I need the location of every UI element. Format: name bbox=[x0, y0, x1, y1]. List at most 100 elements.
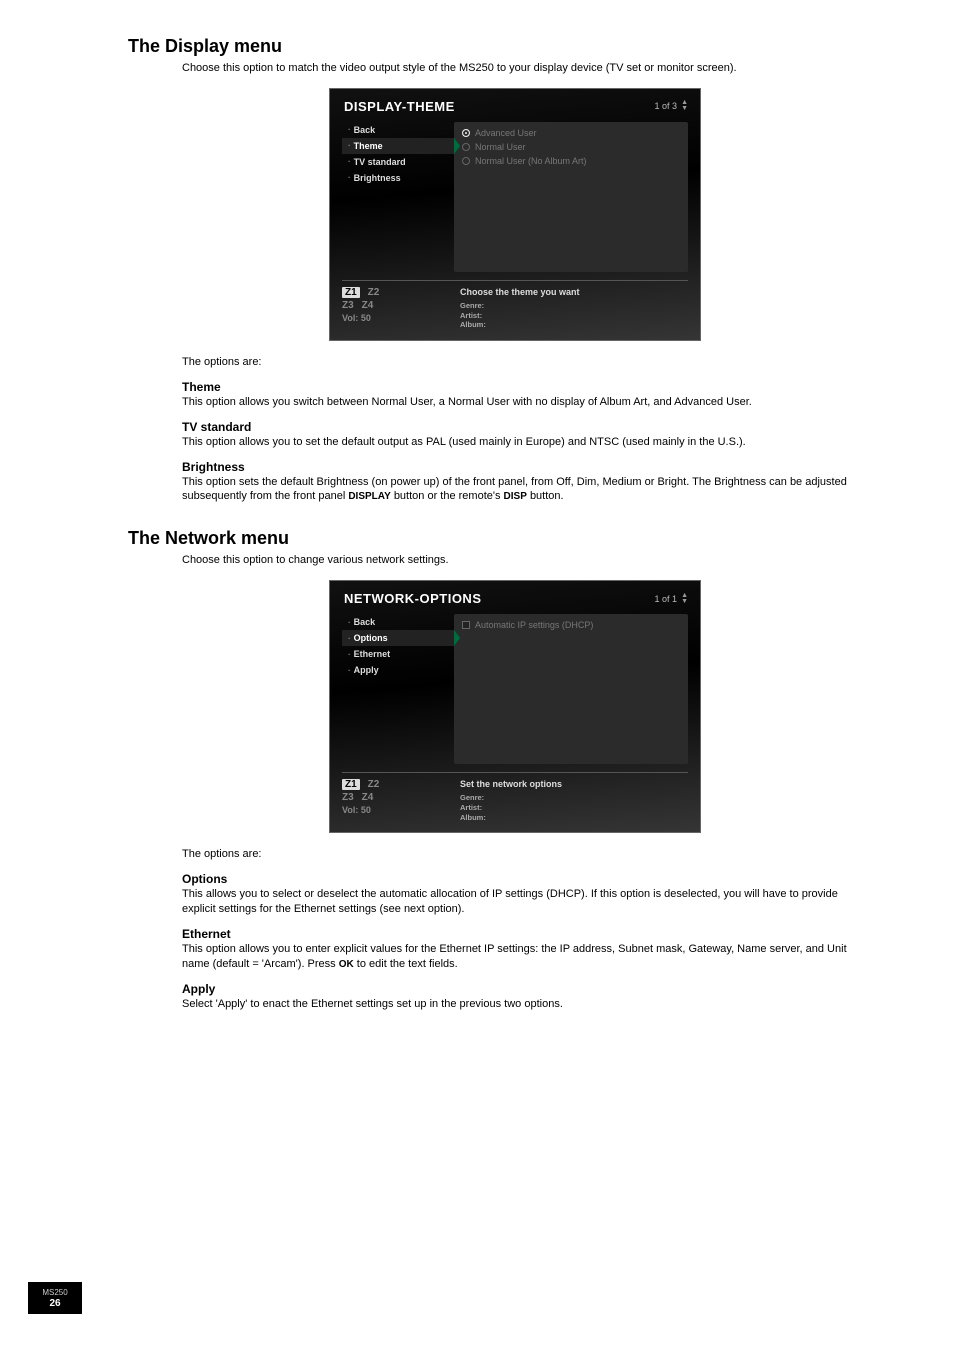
hint-text: Choose the theme you want bbox=[460, 287, 688, 297]
zone-z3[interactable]: Z3 bbox=[342, 792, 354, 803]
menu-item-back[interactable]: · Back bbox=[342, 614, 454, 630]
meta-album: Album: bbox=[460, 813, 486, 822]
menu-label: TV standard bbox=[354, 157, 406, 167]
menu-item-ethernet[interactable]: · Ethernet bbox=[342, 646, 454, 662]
menu-label: Theme bbox=[354, 141, 383, 151]
zone-z1[interactable]: Z1 bbox=[342, 779, 360, 790]
menu-list: · Back · Theme · TV standard bbox=[342, 122, 454, 272]
display-theme-window: DISPLAY-THEME 1 of 3 ▲▼ · Back bbox=[329, 88, 701, 341]
volume-label: Vol: 50 bbox=[342, 805, 454, 815]
zone-z2[interactable]: Z2 bbox=[368, 779, 380, 790]
options-subheading: Options bbox=[182, 872, 848, 886]
content-column: The Display menu Choose this option to m… bbox=[128, 36, 848, 1011]
bullet-icon: · bbox=[348, 125, 351, 134]
now-playing-meta: Genre: Artist: Album: bbox=[460, 793, 688, 822]
radio-icon bbox=[462, 157, 470, 165]
now-playing-meta: Genre: Artist: Album: bbox=[460, 301, 688, 330]
options-are-label: The options are: bbox=[182, 847, 848, 862]
page-counter: 1 of 1 ▲▼ bbox=[655, 593, 688, 605]
bullet-icon: · bbox=[348, 173, 351, 182]
zone-z1[interactable]: Z1 bbox=[342, 287, 360, 298]
network-options-window: NETWORK-OPTIONS 1 of 1 ▲▼ · Back bbox=[329, 580, 701, 833]
network-options-screenshot: NETWORK-OPTIONS 1 of 1 ▲▼ · Back bbox=[329, 580, 701, 833]
option-label: Advanced User bbox=[475, 128, 537, 138]
brightness-body-post: button. bbox=[530, 490, 564, 502]
page-number: 26 bbox=[36, 1298, 74, 1310]
menu-label: Ethernet bbox=[354, 649, 391, 659]
network-intro: Choose this option to change various net… bbox=[182, 553, 848, 568]
display-button-label: DISPLAY bbox=[348, 491, 390, 502]
zone-z4[interactable]: Z4 bbox=[362, 300, 374, 311]
footer-right: Choose the theme you want Genre: Artist:… bbox=[454, 285, 688, 330]
menu-item-apply[interactable]: · Apply bbox=[342, 662, 454, 678]
meta-genre: Genre: bbox=[460, 301, 484, 310]
menu-label: Brightness bbox=[354, 173, 401, 183]
zones-panel: Z1 Z2 Z3 Z4 Vol: 50 bbox=[342, 777, 454, 822]
theme-body: This option allows you switch between No… bbox=[182, 395, 848, 410]
option-label: Normal User bbox=[475, 142, 526, 152]
options-panel: Advanced User Normal User Normal User (N… bbox=[454, 122, 688, 272]
radio-icon bbox=[462, 129, 470, 137]
bullet-icon: · bbox=[348, 618, 351, 627]
checkbox-icon bbox=[462, 621, 470, 629]
display-theme-screenshot: DISPLAY-THEME 1 of 3 ▲▼ · Back bbox=[329, 88, 701, 341]
window-body: · Back · Theme · TV standard bbox=[330, 120, 700, 276]
tv-standard-subheading: TV standard bbox=[182, 420, 848, 434]
footer-right: Set the network options Genre: Artist: A… bbox=[454, 777, 688, 822]
page: The Display menu Choose this option to m… bbox=[0, 0, 954, 1350]
window-title: DISPLAY-THEME bbox=[344, 99, 655, 114]
menu-item-theme[interactable]: · Theme bbox=[342, 138, 454, 154]
counter-text: 1 of 3 bbox=[655, 101, 678, 111]
option-normal-user-no-art[interactable]: Normal User (No Album Art) bbox=[462, 154, 680, 168]
zone-z3[interactable]: Z3 bbox=[342, 300, 354, 311]
zone-z2[interactable]: Z2 bbox=[368, 287, 380, 298]
options-are-label: The options are: bbox=[182, 355, 848, 370]
meta-artist: Artist: bbox=[460, 803, 482, 812]
menu-label: Apply bbox=[354, 665, 379, 675]
model-label: MS250 bbox=[36, 1288, 74, 1298]
option-label: Normal User (No Album Art) bbox=[475, 156, 587, 166]
menu-item-brightness[interactable]: · Brightness bbox=[342, 170, 454, 186]
meta-album: Album: bbox=[460, 320, 486, 329]
menu-item-back[interactable]: · Back bbox=[342, 122, 454, 138]
apply-body: Select 'Apply' to enact the Ethernet set… bbox=[182, 997, 848, 1012]
menu-item-options[interactable]: · Options bbox=[342, 630, 454, 646]
radio-icon bbox=[462, 143, 470, 151]
zone-z4[interactable]: Z4 bbox=[362, 792, 374, 803]
window-footer: Z1 Z2 Z3 Z4 Vol: 50 Set the network opti… bbox=[330, 773, 700, 832]
window-header: DISPLAY-THEME 1 of 3 ▲▼ bbox=[330, 89, 700, 120]
option-advanced-user[interactable]: Advanced User bbox=[462, 126, 680, 140]
network-menu-heading: The Network menu bbox=[128, 528, 848, 549]
hint-text: Set the network options bbox=[460, 779, 688, 789]
apply-subheading: Apply bbox=[182, 982, 848, 996]
bullet-icon: · bbox=[348, 157, 351, 166]
zones-panel: Z1 Z2 Z3 Z4 Vol: 50 bbox=[342, 285, 454, 330]
bullet-icon: · bbox=[348, 141, 351, 150]
brightness-body-mid: button or the remote's bbox=[394, 490, 504, 502]
counter-arrows-icon: ▲▼ bbox=[681, 100, 688, 112]
page-number-badge: MS250 26 bbox=[28, 1282, 82, 1314]
volume-label: Vol: 50 bbox=[342, 313, 454, 323]
option-normal-user[interactable]: Normal User bbox=[462, 140, 680, 154]
window-body: · Back · Options · Ethernet bbox=[330, 612, 700, 768]
option-label: Automatic IP settings (DHCP) bbox=[475, 620, 593, 630]
option-dhcp[interactable]: Automatic IP settings (DHCP) bbox=[462, 618, 680, 632]
theme-subheading: Theme bbox=[182, 380, 848, 394]
bullet-icon: · bbox=[348, 650, 351, 659]
ethernet-body-pre: This option allows you to enter explicit… bbox=[182, 943, 847, 970]
brightness-body: This option sets the default Brightness … bbox=[182, 475, 848, 505]
window-title: NETWORK-OPTIONS bbox=[344, 591, 655, 606]
options-panel: Automatic IP settings (DHCP) bbox=[454, 614, 688, 764]
menu-item-tv-standard[interactable]: · TV standard bbox=[342, 154, 454, 170]
display-intro: Choose this option to match the video ou… bbox=[182, 61, 848, 76]
display-menu-heading: The Display menu bbox=[128, 36, 848, 57]
options-body: This allows you to select or deselect th… bbox=[182, 887, 848, 917]
brightness-subheading: Brightness bbox=[182, 460, 848, 474]
tv-standard-body: This option allows you to set the defaul… bbox=[182, 435, 848, 450]
ok-button-label: OK bbox=[339, 959, 354, 970]
disp-button-label: DISP bbox=[504, 491, 527, 502]
ethernet-body-post: to edit the text fields. bbox=[357, 958, 458, 970]
menu-label: Options bbox=[354, 633, 388, 643]
network-section-indent: Choose this option to change various net… bbox=[182, 553, 848, 1011]
display-section-indent: Choose this option to match the video ou… bbox=[182, 61, 848, 504]
